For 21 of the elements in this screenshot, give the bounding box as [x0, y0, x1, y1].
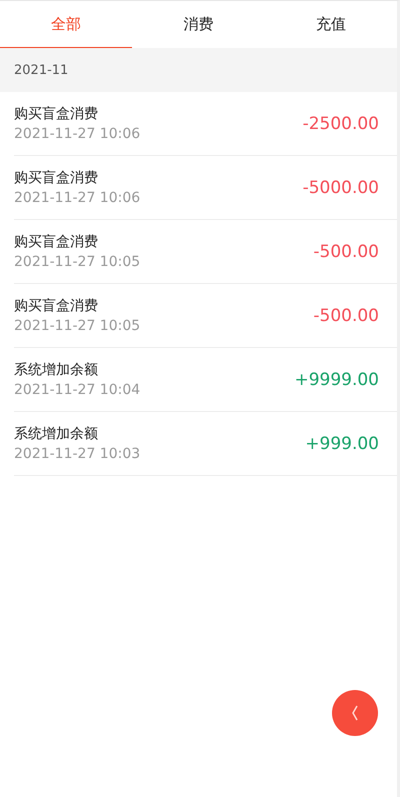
record-amount: -500.00 [313, 306, 379, 326]
month-header: 2021-11 [14, 62, 68, 78]
record-title: 购买盲盒消费 [14, 233, 99, 251]
record-title: 购买盲盒消费 [14, 169, 99, 187]
record-time: 2021-11-27 10:05 [14, 318, 140, 334]
record-amount: -500.00 [313, 242, 379, 262]
back-button[interactable] [332, 690, 378, 736]
record-time: 2021-11-27 10:04 [14, 382, 140, 398]
record-time: 2021-11-27 10:06 [14, 190, 140, 206]
record-title: 购买盲盒消费 [14, 105, 99, 123]
record-time: 2021-11-27 10:03 [14, 446, 140, 462]
record-amount: +9999.00 [294, 370, 379, 390]
record-amount: -5000.00 [302, 178, 379, 198]
record-title: 系统增加余额 [14, 425, 99, 443]
record-amount: -2500.00 [302, 114, 379, 134]
chevron-left-icon [352, 705, 358, 721]
record-amount: +999.00 [305, 434, 379, 454]
record-time: 2021-11-27 10:05 [14, 254, 140, 270]
record-title: 系统增加余额 [14, 361, 99, 379]
record-title: 购买盲盒消费 [14, 297, 99, 315]
record-time: 2021-11-27 10:06 [14, 126, 140, 142]
